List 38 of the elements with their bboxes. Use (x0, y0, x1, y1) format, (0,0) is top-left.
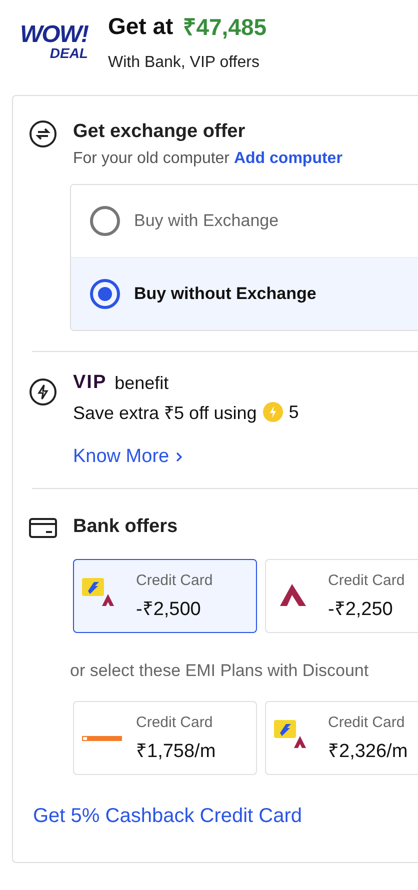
vip-text: Save extra ₹5 off using (73, 402, 257, 424)
option-label: Buy without Exchange (134, 284, 316, 304)
chevron-right-icon (175, 451, 184, 463)
offer-amount: ₹2,326/m (328, 740, 408, 762)
section-title: Bank offers (73, 515, 179, 539)
card-icon (29, 517, 57, 539)
offer-card[interactable]: Credit Card -₹2,500 (73, 559, 257, 633)
add-computer-link[interactable]: Add computer (234, 150, 342, 167)
offer-card[interactable]: Credit Card -₹2,250 (265, 559, 418, 633)
card-type: Credit Card (328, 572, 405, 588)
lightning-icon (29, 378, 57, 406)
deal-price: ₹47,485 (183, 13, 267, 42)
coin-count: 5 (288, 402, 299, 422)
exchange-option[interactable]: Buy without Exchange (71, 257, 418, 330)
deal-logo: WOW! DEAL (19, 24, 88, 63)
option-label: Buy with Exchange (134, 211, 279, 231)
offer-amount: -₹2,250 (328, 598, 394, 620)
deal-label: Get at (108, 12, 174, 40)
radio-button[interactable] (90, 279, 120, 309)
section-subtitle: For your old computer Add computer (73, 150, 344, 168)
section-title: Get exchange offer (73, 120, 246, 144)
know-more-link[interactable]: Know More (73, 446, 170, 468)
vip-title: benefit (114, 372, 169, 394)
exchange-icon (29, 120, 57, 148)
deal-subtitle: With Bank, VIP offers (108, 54, 260, 72)
vip-logo: VIP (73, 372, 107, 394)
offer-card[interactable]: Credit Card ₹2,326/m (265, 701, 418, 775)
card-type: Credit Card (136, 572, 213, 588)
offer-card[interactable]: Credit Card ₹1,758/m (73, 701, 257, 775)
coin-icon (262, 402, 283, 422)
cashback-card-link[interactable]: Get 5% Cashback Credit Card (33, 805, 302, 828)
offer-amount: ₹1,758/m (136, 740, 216, 762)
radio-button[interactable] (90, 206, 120, 236)
card-type: Credit Card (136, 714, 214, 730)
card-type: Credit Card (328, 714, 406, 730)
bank-logo-icon (82, 736, 122, 740)
offer-amount: -₹2,500 (136, 598, 202, 620)
emi-label: or select these EMI Plans with Discount (70, 661, 370, 681)
